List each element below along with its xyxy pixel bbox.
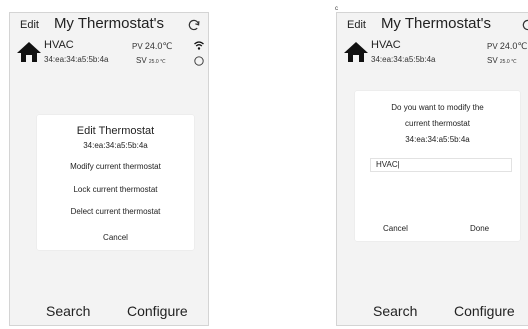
search-button[interactable]: Search (373, 303, 417, 319)
pv-reading: PV 24.0℃ (132, 41, 173, 52)
modify-thermostat-option[interactable]: Modify current thermostat (37, 162, 194, 171)
configure-button[interactable]: Configure (127, 303, 188, 319)
sv-label: SV (136, 56, 147, 65)
bottom-bar: Search Configure (337, 299, 528, 319)
page-title: My Thermostat's (53, 15, 165, 32)
device-name: HVAC (44, 39, 74, 51)
phone-screen-edit-menu: Edit My Thermostat's HVAC 34:ea:34:a5:5b… (9, 12, 209, 326)
cancel-option[interactable]: Cancel (37, 233, 194, 242)
nav-bar: Edit My Thermostat's (337, 13, 528, 37)
sv-value: 25.0 ℃ (148, 59, 166, 65)
device-row[interactable]: HVAC 34:ea:34:a5:5b:4a PV 24.0℃ SV 25.0 … (337, 37, 528, 77)
device-mac: 34:ea:34:a5:5b:4a (44, 55, 109, 64)
dialog-question-line-2: current thermostat (405, 119, 470, 128)
dialog-question-line-1: Do you want to modify the (391, 103, 484, 112)
lock-thermostat-option[interactable]: Lock current thermostat (37, 185, 194, 194)
sv-reading: SV 25.0 ℃ (487, 56, 517, 65)
bottom-bar: Search Configure (10, 299, 208, 319)
pv-reading: PV 24.0℃ (487, 41, 528, 52)
cancel-button[interactable]: Cancel (383, 224, 408, 233)
dialog-mac: 34:ea:34:a5:5b:4a (83, 141, 148, 150)
wifi-icon (194, 41, 204, 50)
device-name: HVAC (371, 39, 401, 51)
pv-label: PV (132, 42, 143, 51)
thermostat-name-input[interactable]: HVAC| (370, 158, 512, 172)
home-icon (344, 42, 368, 62)
search-button[interactable]: Search (46, 303, 90, 319)
home-icon (17, 42, 41, 62)
device-mac: 34:ea:34:a5:5b:4a (371, 55, 436, 64)
device-row[interactable]: HVAC 34:ea:34:a5:5b:4a PV 24.0℃ SV 25.0 … (10, 37, 208, 77)
pv-value: 24.0℃ (144, 41, 173, 51)
delete-thermostat-option[interactable]: Delect current thermostat (37, 207, 194, 216)
modify-thermostat-dialog: Do you want to modify the current thermo… (355, 91, 520, 241)
pv-label: PV (487, 42, 498, 51)
dialog-mac: 34:ea:34:a5:5b:4a (405, 135, 470, 144)
refresh-icon[interactable] (187, 18, 201, 32)
edit-thermostat-dialog: Edit Thermostat 34:ea:34:a5:5b:4a Modify… (37, 115, 194, 250)
dialog-title: Edit Thermostat (76, 125, 155, 137)
sv-value: 25.0 ℃ (499, 59, 517, 65)
done-button[interactable]: Done (470, 224, 489, 233)
screenshot-canvas: Edit My Thermostat's HVAC 34:ea:34:a5:5b… (0, 0, 528, 329)
configure-button[interactable]: Configure (454, 303, 515, 319)
phone-screen-modify-dialog: Edit My Thermostat's HVAC 34:ea:34:a5:5b… (336, 12, 528, 326)
sv-label: SV (487, 56, 498, 65)
pv-value: 24.0℃ (499, 41, 528, 51)
page-title: My Thermostat's (380, 15, 492, 32)
sv-reading: SV 25.0 ℃ (136, 56, 166, 65)
refresh-icon[interactable] (521, 18, 528, 32)
nav-bar: Edit My Thermostat's (10, 13, 208, 37)
power-icon[interactable] (194, 56, 204, 66)
